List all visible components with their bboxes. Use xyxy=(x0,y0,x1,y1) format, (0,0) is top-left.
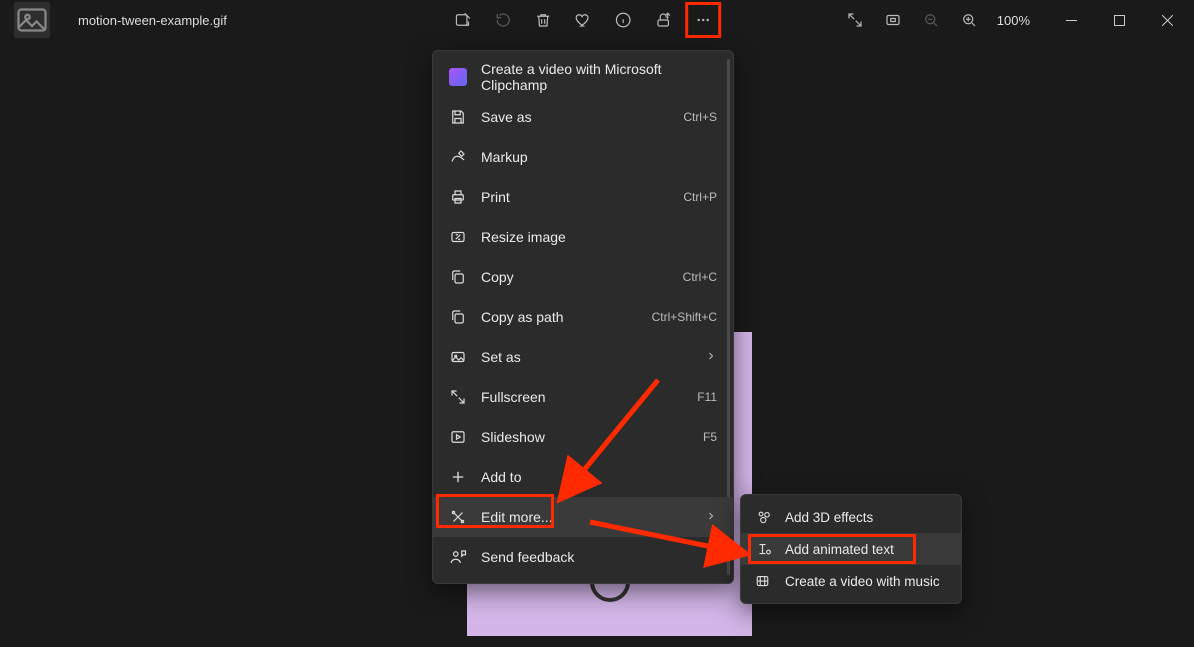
maximize-icon xyxy=(1114,15,1125,26)
zoom-out-button[interactable] xyxy=(913,2,949,38)
menu-item-label: Add to xyxy=(481,469,717,485)
file-name: motion-tween-example.gif xyxy=(78,13,227,28)
center-toolbar xyxy=(445,2,721,38)
context-menu: Create a video with Microsoft Clipchamp … xyxy=(432,50,734,584)
submenu-item-label: Create a video with music xyxy=(785,574,947,589)
close-button[interactable] xyxy=(1144,4,1190,36)
view-controls: 100% xyxy=(837,2,1038,38)
setas-icon xyxy=(449,348,467,366)
plus-icon xyxy=(449,468,467,486)
menu-item-resize[interactable]: Resize image xyxy=(433,217,733,257)
editmore-icon xyxy=(449,508,467,526)
see-more-button[interactable] xyxy=(685,2,721,38)
close-icon xyxy=(1162,15,1173,26)
resize-icon xyxy=(449,228,467,246)
chevron-right-icon xyxy=(705,509,717,525)
menu-item-shortcut: F5 xyxy=(703,430,717,444)
animated-text-icon xyxy=(755,540,773,558)
info-icon xyxy=(614,11,632,29)
menu-item-setas[interactable]: Set as xyxy=(433,337,733,377)
menu-item-label: Fullscreen xyxy=(481,389,683,405)
zoom-out-icon xyxy=(922,11,940,29)
submenu-editmore: Add 3D effects Add animated text Create … xyxy=(740,494,962,604)
menu-item-label: Create a video with Microsoft Clipchamp xyxy=(481,61,717,93)
menu-item-label: Resize image xyxy=(481,229,717,245)
menu-item-label: Slideshow xyxy=(481,429,689,445)
copy-icon xyxy=(449,268,467,286)
menu-item-label: Send feedback xyxy=(481,549,717,565)
menu-item-editmore[interactable]: Edit more... xyxy=(433,497,733,537)
menu-item-fullscreen[interactable]: Fullscreen F11 xyxy=(433,377,733,417)
chevron-right-icon xyxy=(705,349,717,365)
titlebar: motion-tween-example.gif xyxy=(0,0,1194,40)
clipchamp-icon xyxy=(449,68,467,86)
zoom-in-button[interactable] xyxy=(951,2,987,38)
menu-item-label: Copy xyxy=(481,269,669,285)
menu-item-shortcut: Ctrl+S xyxy=(683,110,717,124)
submenu-item-animatedtext[interactable]: Add animated text xyxy=(741,533,961,565)
share-icon xyxy=(654,11,672,29)
more-icon xyxy=(694,11,712,29)
menu-item-label: Edit more... xyxy=(481,509,691,525)
video-music-icon xyxy=(755,572,773,590)
submenu-item-label: Add 3D effects xyxy=(785,510,947,525)
zoom-in-icon xyxy=(960,11,978,29)
favorite-button[interactable] xyxy=(565,2,601,38)
edit-image-button[interactable] xyxy=(445,2,481,38)
menu-item-label: Save as xyxy=(481,109,669,125)
menu-item-copypath[interactable]: Copy as path Ctrl+Shift+C xyxy=(433,297,733,337)
menu-item-label: Print xyxy=(481,189,669,205)
fit-button[interactable] xyxy=(875,2,911,38)
file-thumbnail[interactable] xyxy=(14,2,50,38)
menu-item-slideshow[interactable]: Slideshow F5 xyxy=(433,417,733,457)
menu-item-saveas[interactable]: Save as Ctrl+S xyxy=(433,97,733,137)
minimize-button[interactable] xyxy=(1048,4,1094,36)
share-button[interactable] xyxy=(645,2,681,38)
menu-item-label: Set as xyxy=(481,349,691,365)
slideshow-icon xyxy=(449,428,467,446)
feedback-icon xyxy=(449,548,467,566)
copy-path-icon xyxy=(449,308,467,326)
edit-image-icon xyxy=(454,11,472,29)
submenu-item-videomusic[interactable]: Create a video with music xyxy=(741,565,961,597)
submenu-item-3d[interactable]: Add 3D effects xyxy=(741,501,961,533)
expand-icon xyxy=(846,11,864,29)
print-icon xyxy=(449,188,467,206)
rotate-button[interactable] xyxy=(485,2,521,38)
maximize-button[interactable] xyxy=(1096,4,1142,36)
menu-item-print[interactable]: Print Ctrl+P xyxy=(433,177,733,217)
menu-item-label: Markup xyxy=(481,149,717,165)
menu-item-clipchamp[interactable]: Create a video with Microsoft Clipchamp xyxy=(433,57,733,97)
rotate-icon xyxy=(494,11,512,29)
fullscreen-button[interactable] xyxy=(837,2,873,38)
3d-effects-icon xyxy=(755,508,773,526)
menu-item-copy[interactable]: Copy Ctrl+C xyxy=(433,257,733,297)
fullscreen-icon xyxy=(449,388,467,406)
menu-item-shortcut: Ctrl+P xyxy=(683,190,717,204)
titlebar-right: 100% xyxy=(837,2,1194,38)
menu-item-shortcut: Ctrl+Shift+C xyxy=(652,310,717,324)
fit-screen-icon xyxy=(884,11,902,29)
delete-button[interactable] xyxy=(525,2,561,38)
menu-item-shortcut: Ctrl+C xyxy=(683,270,717,284)
submenu-item-label: Add animated text xyxy=(785,542,947,557)
menu-item-addto[interactable]: Add to xyxy=(433,457,733,497)
trash-icon xyxy=(534,11,552,29)
menu-item-markup[interactable]: Markup xyxy=(433,137,733,177)
zoom-level: 100% xyxy=(997,13,1030,28)
save-icon xyxy=(449,108,467,126)
menu-item-label: Copy as path xyxy=(481,309,638,325)
titlebar-left: motion-tween-example.gif xyxy=(0,2,227,38)
markup-icon xyxy=(449,148,467,166)
minimize-icon xyxy=(1066,15,1077,26)
menu-item-feedback[interactable]: Send feedback xyxy=(433,537,733,577)
menu-item-shortcut: F11 xyxy=(697,390,717,404)
heart-icon xyxy=(574,11,592,29)
info-button[interactable] xyxy=(605,2,641,38)
image-icon xyxy=(14,2,50,38)
